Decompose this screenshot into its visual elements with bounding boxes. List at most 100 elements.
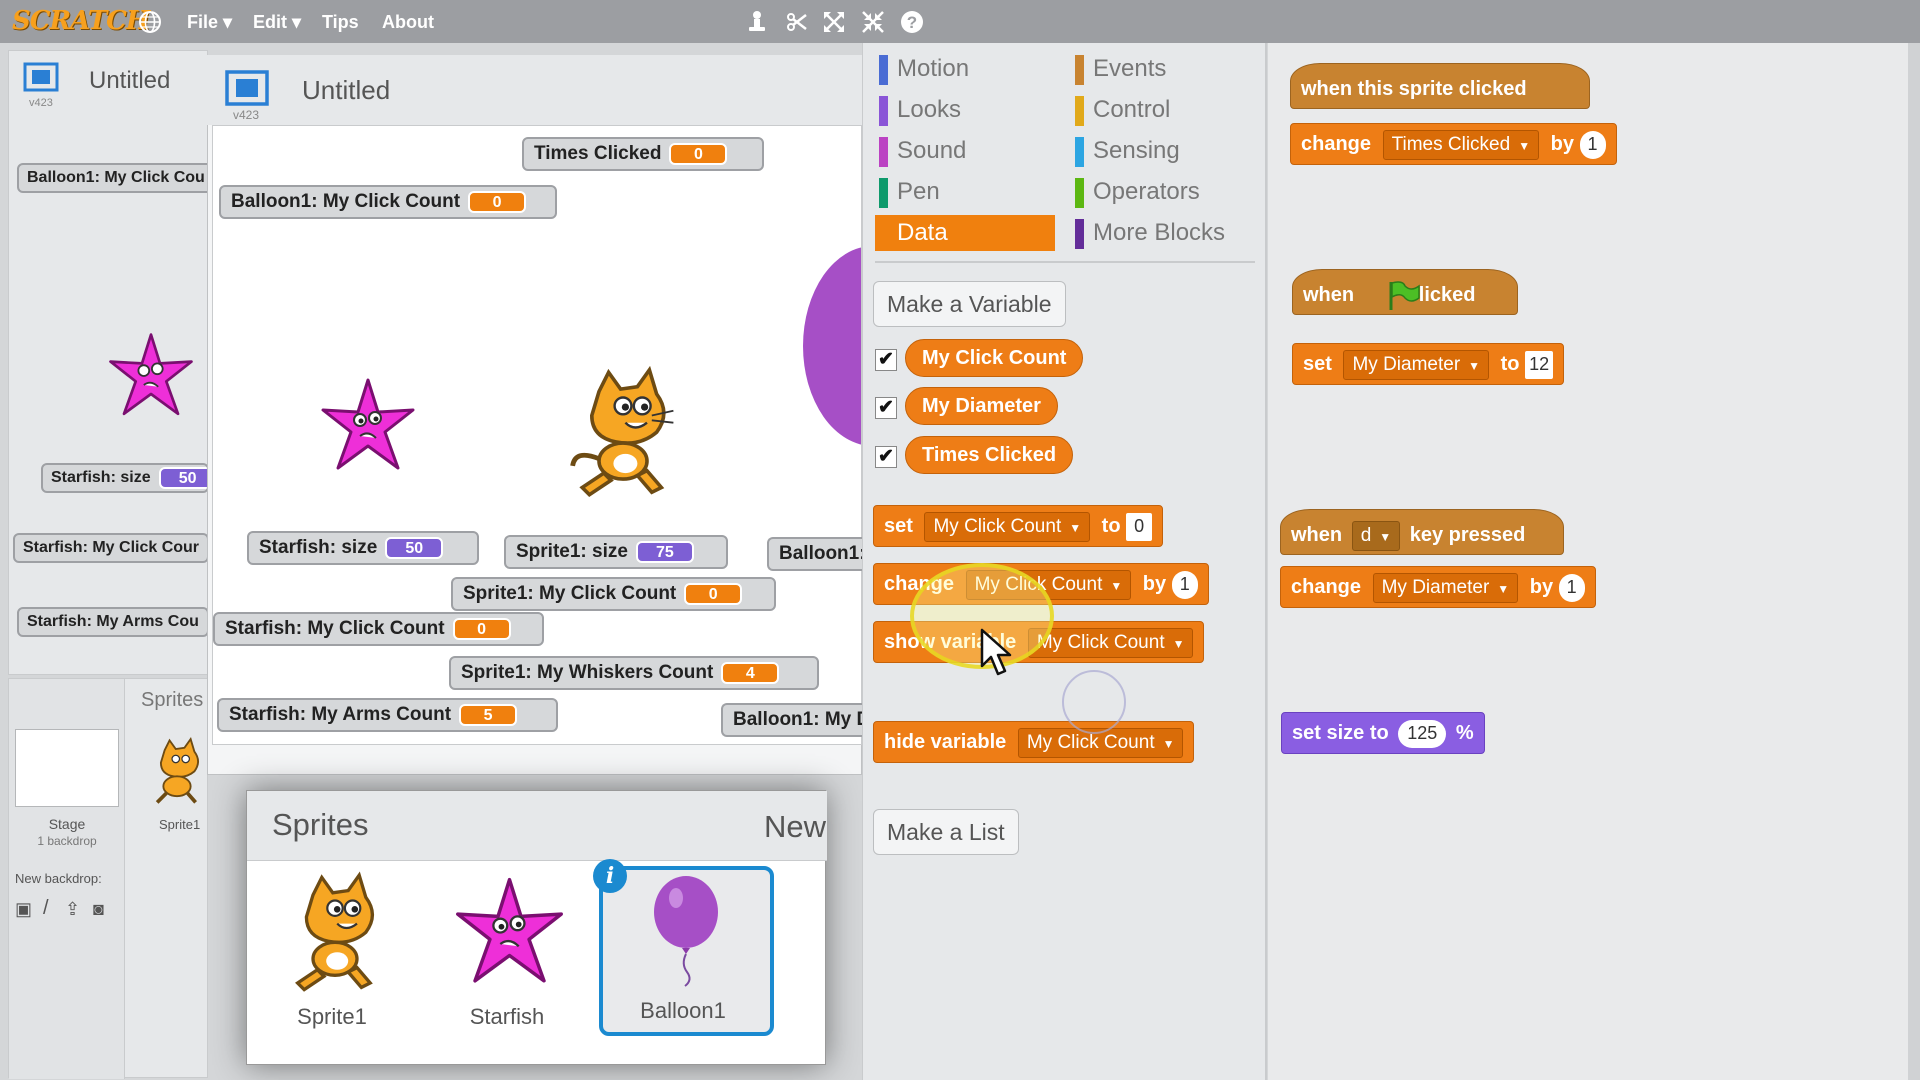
category-label: Data (897, 219, 948, 246)
value-input[interactable]: 0 (1126, 512, 1153, 541)
chevron-down-icon: ▼ (1379, 529, 1392, 544)
scripts-scrollbar[interactable] (1908, 43, 1920, 1080)
grow-icon[interactable] (821, 9, 847, 35)
menu-edit[interactable]: Edit ▾ (253, 12, 301, 33)
sprites-header: Sprites New (247, 791, 827, 861)
category-pen[interactable]: Pen (875, 174, 1055, 210)
set-size-block[interactable]: set size to 125 % (1281, 712, 1485, 754)
monitor-label: Sprite1: My Whiskers Count (461, 662, 714, 683)
category-data[interactable]: Data (875, 215, 1055, 251)
camera-icon[interactable]: ◙ (93, 899, 104, 920)
variable-dropdown[interactable]: Times Clicked ▼ (1382, 129, 1540, 160)
category-more-blocks[interactable]: More Blocks (1071, 215, 1251, 251)
menu-file[interactable]: File ▾ (187, 12, 232, 33)
green-flag-icon (1385, 280, 1421, 312)
category-operators[interactable]: Operators (1071, 174, 1251, 210)
block-keyword: by (1550, 133, 1574, 155)
project-title[interactable]: Untitled (302, 75, 390, 106)
category-looks[interactable]: Looks (875, 92, 1055, 128)
monitor-label: Starfish: My Click Cour (23, 539, 200, 556)
monitor-sprite1-size[interactable]: Sprite1: size 75 (504, 535, 728, 569)
category-color-bar (879, 137, 888, 167)
click-ripple (1062, 670, 1126, 734)
delete-icon[interactable] (783, 9, 809, 35)
background-stage-panel: v423 Untitled Balloon1: My Click Cou Sta… (8, 50, 217, 675)
scratch-logo[interactable]: SCRATCH (12, 6, 150, 36)
new-sprite-label[interactable]: New (764, 809, 826, 845)
starfish-sprite (106, 331, 196, 421)
category-motion[interactable]: Motion (875, 51, 1055, 87)
when-flag-clicked-hat[interactable]: when clicked (1292, 269, 1518, 315)
shrink-icon[interactable] (860, 9, 886, 35)
sprite1-thumb-bg[interactable] (146, 735, 208, 809)
background-sprites-panel: Sprites Stage 1 backdrop New backdrop: ▣… (8, 678, 208, 1079)
variable-my-click-count[interactable]: My Click Count (905, 339, 1084, 377)
variable-my-diameter[interactable]: My Diameter (905, 387, 1058, 425)
info-icon[interactable]: i (593, 859, 627, 893)
scripts-area[interactable]: when this sprite clicked change Times Cl… (1268, 43, 1908, 1080)
sprite-tile-balloon1[interactable]: Balloon1 (599, 866, 774, 1036)
category-events[interactable]: Events (1071, 51, 1251, 87)
key-dropdown[interactable]: d ▼ (1351, 520, 1401, 551)
monitor-balloon1-click-count[interactable]: Balloon1: My Click Count 0 (219, 185, 557, 219)
monitor-starfish-size[interactable]: Starfish: size 50 (247, 531, 479, 565)
monitor-sprite1-whiskers[interactable]: Sprite1: My Whiskers Count 4 (449, 656, 819, 690)
value-input[interactable]: 1 (1558, 573, 1585, 602)
globe-icon[interactable] (137, 9, 163, 35)
upload-icon[interactable]: ⇪ (65, 899, 80, 920)
fullscreen-icon[interactable] (23, 61, 59, 97)
monitor-times-clicked[interactable]: Times Clicked 0 (522, 137, 764, 171)
chevron-down-icon: ▼ (1110, 578, 1123, 593)
sprite-name: Sprite1 (297, 1004, 367, 1029)
monitor-balloon1-diameter-partial[interactable]: Balloon1: My D (721, 703, 862, 737)
variable-checkbox[interactable]: ✔ (875, 349, 897, 371)
hide-variable-block[interactable]: hide variable My Click Count ▼ (873, 721, 1195, 763)
monitor-starfish-click-count[interactable]: Starfish: My Click Count 0 (213, 612, 544, 646)
monitor-sprite1-click-count[interactable]: Sprite1: My Click Count 0 (451, 577, 776, 611)
variable-checkbox[interactable]: ✔ (875, 446, 897, 468)
make-list-button[interactable]: Make a List (873, 809, 1019, 855)
value-input[interactable]: 125 (1398, 719, 1447, 748)
fullscreen-icon[interactable] (225, 69, 269, 109)
category-sensing[interactable]: Sensing (1071, 133, 1251, 169)
category-label: Sensing (1093, 137, 1180, 164)
change-my-diameter-block[interactable]: change My Diameter ▼ by 1 (1280, 566, 1596, 608)
value-input[interactable]: 1 (1579, 130, 1606, 159)
monitor-starfish-arms[interactable]: Starfish: My Arms Count 5 (217, 698, 558, 732)
variable-times-clicked[interactable]: Times Clicked (905, 436, 1074, 474)
category-control[interactable]: Control (1071, 92, 1251, 128)
stage-thumbnail[interactable] (15, 729, 119, 807)
hat-label: when this sprite clicked (1301, 78, 1527, 100)
sprite-tile-sprite1[interactable]: Sprite1 (262, 871, 402, 1036)
category-sound[interactable]: Sound (875, 133, 1055, 169)
category-label: Operators (1093, 178, 1200, 205)
svg-text:?: ? (907, 13, 917, 32)
help-icon[interactable]: ? (899, 9, 925, 35)
paint-image-icon[interactable]: ▣ (15, 899, 32, 920)
make-variable-button[interactable]: Make a Variable (873, 281, 1066, 327)
monitor-label: Balloon1: My Click Cou (27, 169, 205, 186)
variable-dropdown[interactable]: My Diameter ▼ (1343, 349, 1490, 380)
when-sprite-clicked-hat[interactable]: when this sprite clicked (1290, 63, 1590, 109)
menu-tips[interactable]: Tips (322, 12, 359, 33)
draw-brush-icon[interactable]: / (43, 897, 49, 920)
sprites-tab-label[interactable]: Sprites (141, 689, 203, 712)
when-key-pressed-hat[interactable]: when d ▼ key pressed (1280, 509, 1564, 555)
value-input[interactable]: 12 (1525, 350, 1554, 379)
monitor-balloon1-partial[interactable]: Balloon1: (767, 537, 862, 571)
cat-icon (280, 871, 390, 996)
variable-dropdown[interactable]: My Click Count ▼ (1027, 627, 1194, 658)
change-times-clicked-block[interactable]: change Times Clicked ▼ by 1 (1290, 123, 1617, 165)
monitor-value: 0 (452, 617, 511, 640)
menu-about[interactable]: About (382, 12, 434, 33)
set-my-diameter-block[interactable]: set My Diameter ▼ to 12 (1292, 343, 1565, 385)
dropdown-value: My Click Count (933, 515, 1062, 537)
variable-checkbox[interactable]: ✔ (875, 397, 897, 419)
value-input[interactable]: 1 (1171, 570, 1198, 599)
variable-dropdown[interactable]: My Diameter ▼ (1372, 572, 1519, 603)
set-variable-block[interactable]: set My Click Count ▼ to 0 (873, 505, 1164, 547)
sprite-tile-starfish[interactable]: Starfish (437, 871, 577, 1036)
stage-header: v423 Untitled (207, 55, 862, 125)
duplicate-icon[interactable] (744, 9, 770, 35)
variable-dropdown[interactable]: My Click Count ▼ (924, 511, 1091, 542)
